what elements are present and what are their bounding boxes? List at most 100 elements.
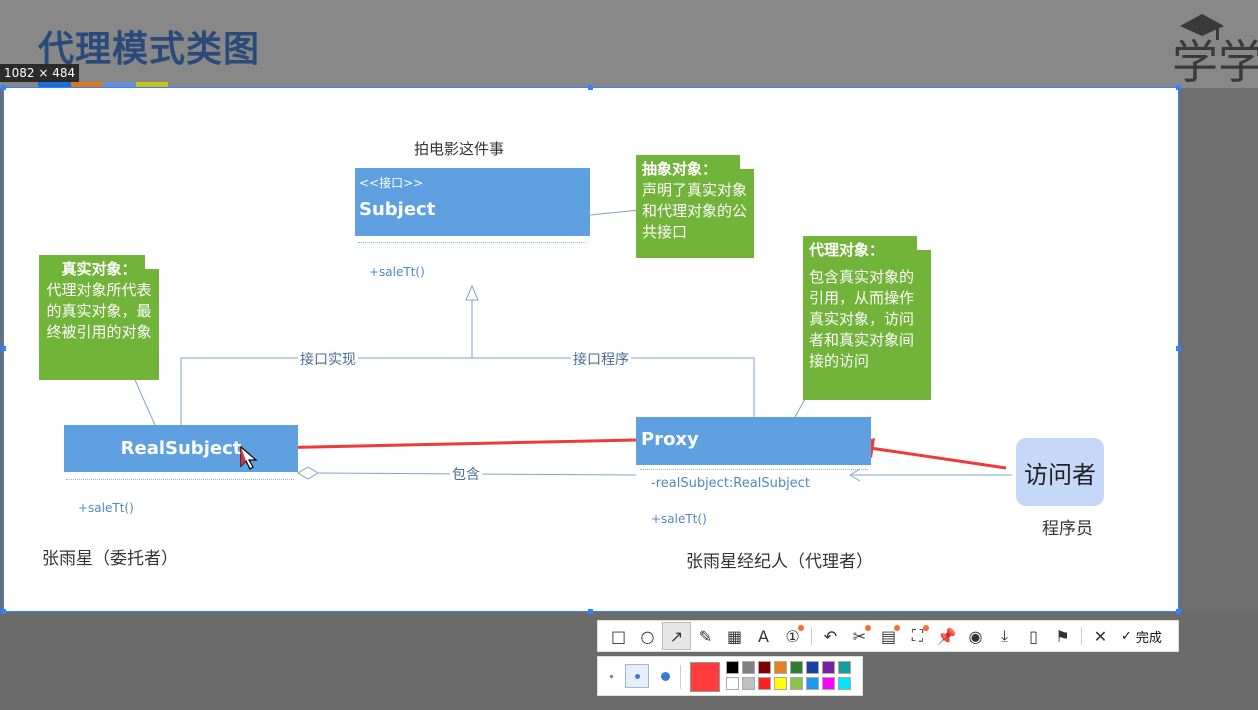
arrow-tool-icon: ↗ [669,626,684,646]
note-real-fold [145,255,159,269]
color-swatch[interactable] [742,661,755,674]
note-proxy: 代理对象： 包含真实对象的引用，从而操作真实对象，访问者和真实对象间接的访问 [803,236,931,400]
note-proxy-title: 代理对象： [809,241,885,259]
connector-label-implements-right: 接口程序 [571,349,631,369]
color-swatch[interactable] [838,661,851,674]
toolbar-divider [1081,627,1082,645]
color-swatch[interactable] [806,661,819,674]
realsubject-class-box: RealSubject [64,425,298,472]
note-proxy-fold [917,236,931,250]
new-badge [894,625,900,631]
color-swatch[interactable] [726,677,739,690]
visitor-caption: 程序员 [1042,519,1093,539]
note-proxy-body: 包含真实对象的引用，从而操作真实对象，访问者和真实对象间接的访问 [809,268,915,370]
new-badge [798,625,804,631]
subject-divider [358,242,586,243]
proxy-field: -realSubject:RealSubject [651,476,810,491]
proxy-class-box: Proxy [636,417,871,465]
bookmark-tool-icon: ⚑ [1055,626,1070,646]
download-tool-icon: ⤓ [1000,626,1009,645]
close-icon: ✕ [1093,626,1108,646]
style-toolbar [597,656,863,696]
toolbar-divider [811,627,812,645]
ellipse-tool[interactable]: ○ [633,622,662,650]
bookmark-tool[interactable]: ⚑ [1048,622,1077,650]
color-swatch[interactable] [790,661,803,674]
pin-tool[interactable]: 📌 [932,622,961,650]
download-tool[interactable]: ⤓ [990,622,1019,650]
connector-label-implements-left: 接口实现 [298,349,358,369]
selected-color-swatch[interactable] [690,662,720,692]
style-divider [680,665,681,689]
number-tool[interactable]: ① [778,622,807,650]
color-swatch[interactable] [774,677,787,690]
subject-name: Subject [359,199,436,220]
brush-size-small[interactable] [610,675,613,678]
rectangle-tool[interactable]: □ [604,622,633,650]
realsubject-divider [66,479,294,480]
phone-tool[interactable]: ▯ [1019,622,1048,650]
note-abstract: 抽象对象： 声明了真实对象和代理对象的公共接口 [636,155,754,258]
pencil-tool[interactable]: ✎ [691,622,720,650]
color-swatch[interactable] [822,661,835,674]
realsubject-method: +saleTt() [78,501,134,515]
subject-method: +saleTt() [369,265,425,279]
text-tool[interactable]: A [749,622,778,650]
diagram-caption: 拍电影这件事 [414,140,505,158]
record-tool[interactable]: ◉ [961,622,990,650]
mosaic-tool-icon: ▦ [726,626,743,646]
scan-tool[interactable]: ⛶ [903,622,932,650]
note-abstract-fold [740,155,754,169]
scan-tool-icon: ⛶ [911,626,924,645]
color-swatch[interactable] [838,677,851,690]
color-swatch[interactable] [790,677,803,690]
color-palette [726,661,856,693]
text-tool-icon: A [758,626,769,646]
subject-stereotype: <<接口>> [359,176,424,190]
realsubject-name: RealSubject [120,438,242,459]
note-abstract-title: 抽象对象： [642,160,718,178]
realsubject-caption: 张雨星（委托者） [42,549,178,569]
subject-class-box: <<接口>> Subject [355,168,590,236]
color-swatch[interactable] [742,677,755,690]
color-swatch[interactable] [774,661,787,674]
color-swatch[interactable] [806,677,819,690]
proxy-divider [640,469,868,470]
connector-label-contains: 包含 [450,464,482,484]
rectangle-tool-icon: □ [610,626,627,646]
note-abstract-body: 声明了真实对象和代理对象的公共接口 [642,181,748,241]
proxy-method: +saleTt() [651,512,707,526]
pencil-tool-icon: ✎ [698,626,713,646]
new-badge [865,625,871,631]
ocr-tool[interactable]: ▤ [874,622,903,650]
proxy-caption: 张雨星经纪人（代理者） [686,552,873,572]
brush-size-large[interactable] [661,672,670,681]
arrow-tool[interactable]: ↗ [662,622,691,650]
undo-tool[interactable]: ↶ [816,622,845,650]
color-swatch[interactable] [758,661,771,674]
record-tool-icon: ◉ [968,626,983,646]
done-label: 完成 [1135,630,1162,646]
note-real-body: 代理对象所代表的真实对象，最终被引用的对象 [46,281,152,341]
color-swatch[interactable] [758,677,771,690]
scissor-tool[interactable]: ✂ [845,622,874,650]
note-real: 真实对象： 代理对象所代表的真实对象，最终被引用的对象 [39,255,159,380]
undo-tool-icon: ↶ [823,626,838,646]
visitor-node: 访问者 [1016,438,1104,506]
pin-tool-icon: 📌 [936,626,957,646]
visitor-label: 访问者 [1024,460,1096,489]
color-swatch[interactable] [822,677,835,690]
scissor-tool-icon: ✂ [852,626,867,646]
color-swatch[interactable] [726,661,739,674]
note-real-title: 真实对象： [61,260,137,278]
phone-tool-icon: ▯ [1029,626,1038,646]
done-button[interactable]: ✓ 完成 [1121,627,1162,646]
brush-size-medium[interactable] [625,664,649,688]
mosaic-tool[interactable]: ▦ [720,622,749,650]
proxy-name: Proxy [641,429,699,450]
ellipse-tool-icon: ○ [640,626,655,646]
new-badge [923,625,929,631]
check-icon: ✓ [1121,628,1132,644]
cursor-icon [240,446,258,470]
cancel-button[interactable]: ✕ [1086,622,1115,650]
